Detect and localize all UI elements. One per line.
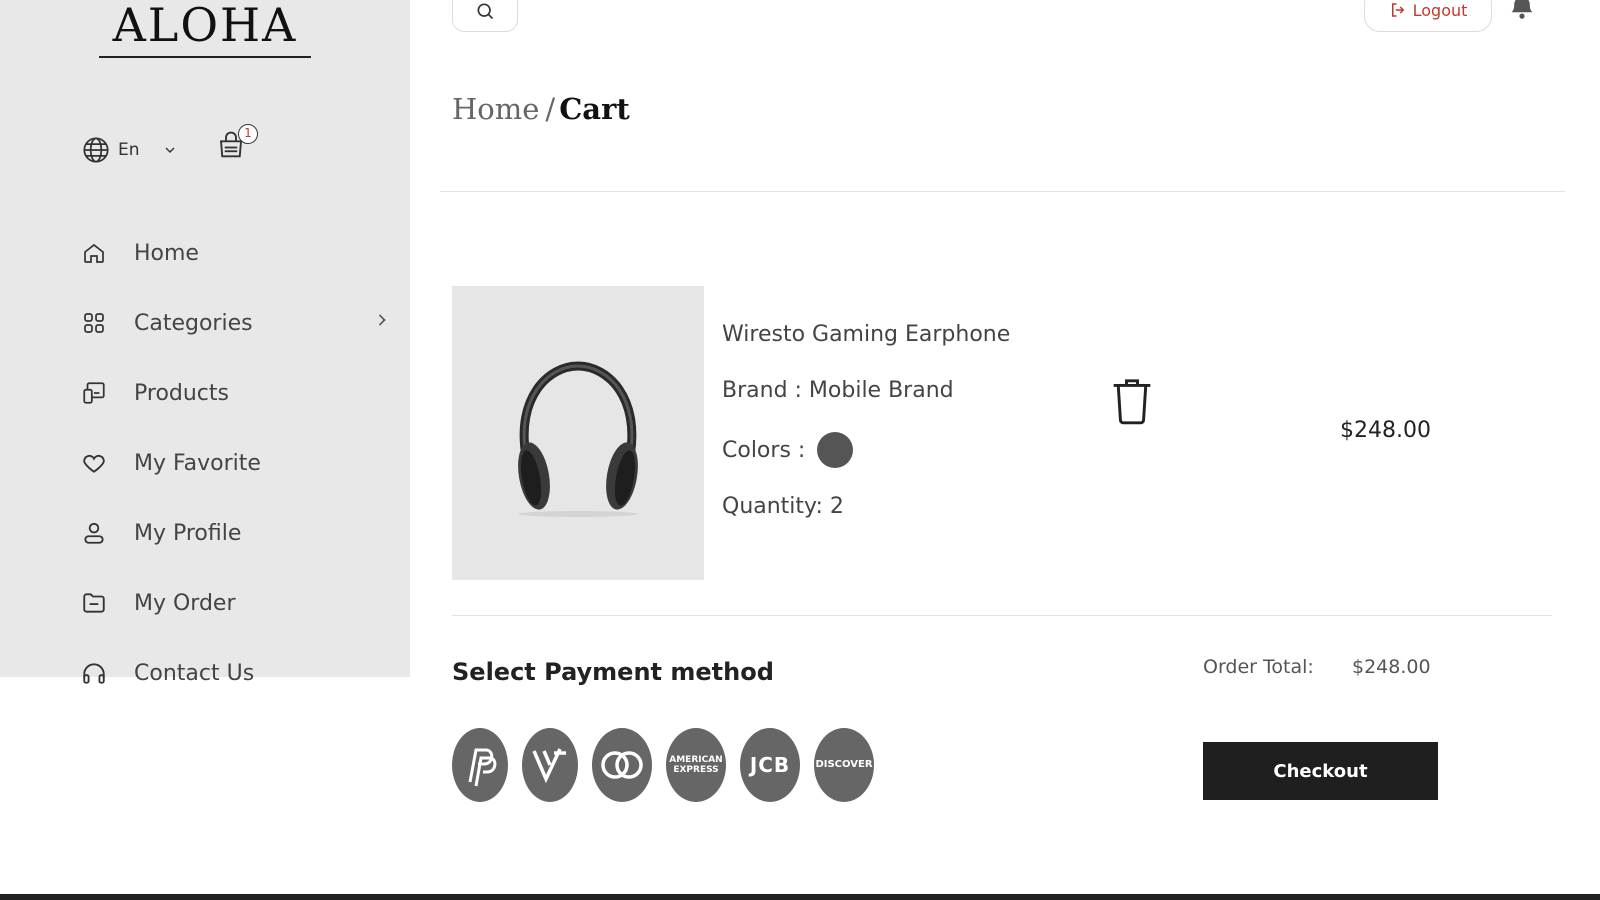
divider <box>452 615 1552 616</box>
sidebar: ALOHA En 1 Home Categories Products My F… <box>0 0 410 686</box>
sidebar-item-label: Products <box>134 380 229 406</box>
sidebar-item-contact[interactable]: Contact Us <box>80 638 400 708</box>
sidebar-item-categories[interactable]: Categories <box>80 288 400 358</box>
language-label: En <box>118 140 140 160</box>
headphones-icon <box>80 659 108 687</box>
logout-label: Logout <box>1412 0 1468 20</box>
heart-icon <box>80 449 108 477</box>
cart-button[interactable]: 1 <box>216 124 260 160</box>
discover-icon[interactable]: DISCOVER <box>814 728 874 802</box>
logout-button[interactable]: Logout <box>1364 0 1492 32</box>
chevron-down-icon <box>165 147 174 153</box>
devices-icon <box>80 379 108 407</box>
chevron-right-icon <box>378 314 386 326</box>
discover-mark: DISCOVER <box>815 759 873 770</box>
brand-logo[interactable]: ALOHA <box>99 0 311 58</box>
sidebar-item-products[interactable]: Products <box>80 358 400 428</box>
sidebar-item-label: Categories <box>134 310 253 336</box>
sidebar-item-label: My Favorite <box>134 450 261 476</box>
sidebar-item-label: My Order <box>134 590 236 616</box>
breadcrumb: Home / Cart <box>452 92 630 126</box>
trash-icon[interactable] <box>1110 376 1154 426</box>
payment-method-title: Select Payment method <box>452 658 774 686</box>
sidebar-item-order[interactable]: My Order <box>80 568 400 638</box>
order-total-label: Order Total: <box>1203 656 1314 678</box>
bell-icon[interactable] <box>1505 0 1539 20</box>
home-icon <box>80 239 108 267</box>
search-icon <box>477 3 494 20</box>
amex-icon[interactable]: AMERICAN EXPRESS <box>666 728 726 802</box>
sidebar-item-label: Home <box>134 240 199 266</box>
breadcrumb-current: Cart <box>559 92 630 126</box>
folder-icon <box>80 589 108 617</box>
product-brand: Brand : Mobile Brand <box>722 378 954 403</box>
payment-methods: AMERICAN EXPRESS JCB DISCOVER <box>452 728 874 802</box>
footer-bar <box>0 894 1600 900</box>
sidebar-item-profile[interactable]: My Profile <box>80 498 400 568</box>
amex-mark: AMERICAN EXPRESS <box>669 755 723 775</box>
paypal-icon[interactable] <box>452 728 508 802</box>
sidebar-item-label: My Profile <box>134 520 242 546</box>
visa-icon[interactable] <box>522 728 578 802</box>
sidebar-item-home[interactable]: Home <box>80 218 400 288</box>
jcb-mark: JCB <box>749 753 791 777</box>
breadcrumb-separator: / <box>545 92 556 126</box>
grid-icon <box>80 309 108 337</box>
globe-icon <box>83 137 109 163</box>
mastercard-icon[interactable] <box>592 728 652 802</box>
product-image[interactable] <box>452 286 704 580</box>
colors-label: Colors : <box>722 437 806 463</box>
sidebar-item-favorite[interactable]: My Favorite <box>80 428 400 498</box>
checkout-button[interactable]: Checkout <box>1203 742 1438 800</box>
color-swatch[interactable] <box>817 432 854 468</box>
order-total-value: $248.00 <box>1352 656 1431 678</box>
item-price: $248.00 <box>1340 418 1431 443</box>
product-name[interactable]: Wiresto Gaming Earphone <box>722 322 1010 347</box>
logout-icon <box>1391 3 1404 17</box>
cart-count-badge: 1 <box>238 124 258 144</box>
sidebar-nav: Home Categories Products My Favorite My … <box>80 218 400 708</box>
product-colors: Colors : <box>722 432 854 468</box>
jcb-icon[interactable]: JCB <box>740 728 800 802</box>
breadcrumb-home-link[interactable]: Home <box>452 92 539 126</box>
language-selector[interactable]: En <box>82 136 178 164</box>
product-quantity: Quantity: 2 <box>722 494 844 519</box>
logo-text: ALOHA <box>112 0 298 52</box>
divider <box>440 191 1565 192</box>
search-button[interactable] <box>452 0 518 32</box>
user-icon <box>80 519 108 547</box>
sidebar-item-label: Contact Us <box>134 660 255 686</box>
headphones-product-image <box>518 361 638 517</box>
